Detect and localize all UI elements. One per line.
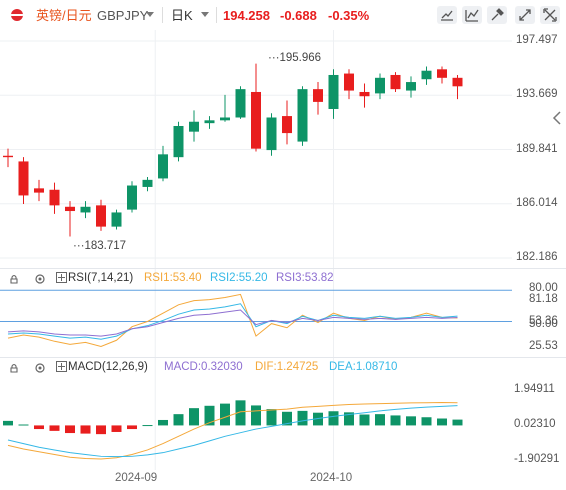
add-indicator-icon[interactable] — [56, 361, 67, 372]
candle-body — [421, 70, 432, 80]
low-annotation: ⋯183.717 — [73, 240, 127, 252]
macd-axis-label: 0.02310 — [514, 418, 556, 430]
macd-bar — [80, 425, 91, 434]
macd-bar — [406, 416, 416, 426]
low-annotation-value: 183.717 — [84, 240, 127, 252]
candle-body — [158, 154, 168, 179]
macd-axis-label: 1.94911 — [514, 383, 555, 395]
candle-body — [96, 205, 106, 227]
macd-bar — [127, 425, 137, 430]
candle-body — [173, 125, 184, 158]
add-indicator-icon[interactable] — [56, 272, 67, 283]
macd-bar — [359, 414, 370, 426]
dea-value: DEA:1.08710 — [329, 361, 398, 373]
panel-divider — [0, 357, 566, 358]
candle-body — [282, 116, 292, 134]
macd-bar — [3, 420, 13, 426]
dif-line — [7, 402, 458, 460]
high-annotation-value: 195.966 — [279, 52, 322, 64]
macd-bar — [65, 425, 75, 434]
candle-body — [65, 206, 75, 212]
price-axis-label: 197.497 — [516, 34, 558, 46]
candle-body — [406, 82, 416, 91]
candle-body — [251, 91, 261, 149]
macd-bar — [251, 405, 261, 426]
candle-body — [328, 74, 339, 109]
macd-series — [3, 400, 463, 460]
macd-bar — [452, 419, 463, 426]
macd-bar — [189, 408, 199, 426]
rsi3-value: RSI3:53.82 — [276, 272, 334, 284]
candle-body — [235, 89, 246, 118]
settings-icon[interactable] — [34, 273, 46, 285]
candle-body — [390, 74, 401, 90]
date-label: 2024-09 — [115, 472, 158, 484]
candle-body — [359, 91, 370, 97]
macd-bar — [297, 410, 308, 426]
rsi1-value: RSI1:53.40 — [144, 272, 202, 284]
macd-bar — [173, 414, 184, 426]
collapse-icon[interactable] — [552, 110, 562, 126]
rsi-line — [7, 293, 458, 348]
candle-body — [80, 206, 91, 213]
candle-body — [437, 69, 447, 78]
macd-axis-label: -1.90291 — [514, 453, 560, 465]
rsi-series — [0, 289, 512, 348]
candle-body — [3, 155, 13, 158]
macd-bar — [220, 403, 230, 426]
rsi-title: RSI(7,14,21) — [68, 272, 134, 284]
rsi2-value: RSI2:55.20 — [210, 272, 268, 284]
macd-bar — [375, 414, 385, 426]
rsi-axis-label: 81.18 — [529, 293, 558, 305]
lock-icon[interactable] — [8, 362, 20, 374]
candle-body — [344, 73, 354, 91]
candle-body — [142, 179, 153, 187]
candle-body — [127, 185, 137, 210]
candle-body — [220, 117, 230, 121]
candle-body — [111, 212, 122, 227]
macd-title: MACD(12,26,9) — [68, 361, 148, 373]
rsi-line — [7, 309, 458, 337]
macd-bar — [142, 425, 153, 427]
macd-bar — [266, 409, 277, 426]
dif-value: DIF:1.24725 — [255, 361, 319, 373]
candlestick-series — [3, 63, 463, 237]
price-axis-label: 189.841 — [516, 142, 558, 155]
candle-body — [34, 188, 44, 193]
date-label: 2024-10 — [310, 472, 353, 484]
macd-bar — [158, 419, 168, 426]
macd-bar — [34, 425, 44, 430]
rsi-axis-label: 50.00 — [529, 318, 558, 330]
rsi-axis-label: 25.53 — [529, 340, 558, 352]
candle-body — [452, 77, 463, 87]
candle-body — [375, 77, 385, 94]
dea-line — [7, 405, 458, 458]
candle-body — [189, 121, 199, 132]
macd-bar — [421, 417, 432, 426]
macd-value: MACD:0.32030 — [164, 361, 243, 373]
macd-bar — [437, 418, 447, 426]
candle-body — [204, 120, 215, 124]
panel-divider — [0, 268, 566, 269]
candle-body — [313, 89, 323, 102]
candle-body — [49, 189, 60, 206]
high-annotation: ⋯195.966 — [268, 52, 322, 64]
lock-icon[interactable] — [8, 273, 20, 285]
candle-body — [266, 117, 277, 151]
macd-bar — [18, 424, 29, 426]
candle-body — [18, 161, 29, 196]
price-axis-label: 193.669 — [516, 88, 558, 101]
macd-bar — [390, 415, 401, 426]
macd-bar — [49, 425, 60, 431]
macd-bar — [96, 425, 106, 435]
settings-icon[interactable] — [34, 362, 46, 374]
price-axis-label: 186.014 — [516, 196, 558, 209]
macd-bar — [111, 425, 122, 432]
macd-bar — [328, 411, 339, 426]
price-axis-label: 182.186 — [516, 251, 558, 263]
candle-body — [297, 89, 308, 142]
